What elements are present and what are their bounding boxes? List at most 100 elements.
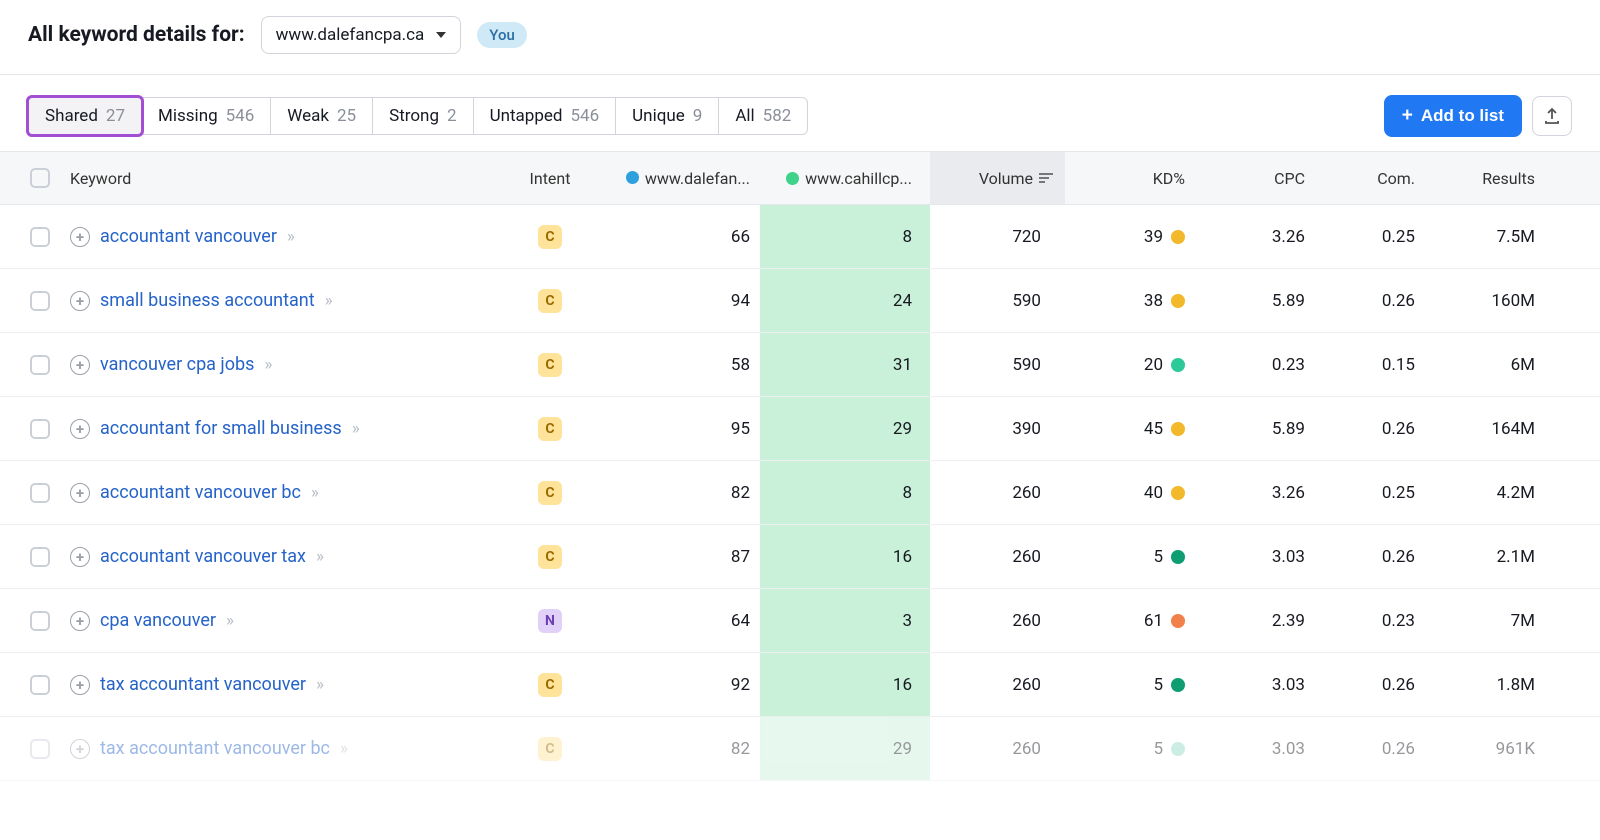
col-keyword[interactable]: Keyword bbox=[60, 169, 500, 188]
header-bar: All keyword details for: www.dalefancpa.… bbox=[0, 0, 1600, 75]
kd-difficulty-dot bbox=[1171, 742, 1185, 756]
row-checkbox[interactable] bbox=[30, 675, 50, 695]
export-button[interactable] bbox=[1532, 96, 1572, 136]
row-checkbox[interactable] bbox=[30, 355, 50, 375]
keyword-link[interactable]: accountant vancouver tax bbox=[100, 546, 306, 567]
cpc-cell: 3.03 bbox=[1195, 739, 1315, 759]
row-checkbox-cell bbox=[0, 547, 60, 567]
intent-badge: N bbox=[538, 609, 562, 633]
kd-cell: 39 bbox=[1065, 227, 1195, 247]
intent-cell: C bbox=[500, 673, 600, 697]
col-intent[interactable]: Intent bbox=[500, 169, 600, 188]
col-competitor-1[interactable]: www.dalefan... bbox=[600, 169, 760, 188]
keyword-cell: +accountant vancouver tax» bbox=[60, 546, 500, 567]
chevron-down-icon bbox=[436, 32, 446, 38]
add-to-list-button[interactable]: + Add to list bbox=[1384, 95, 1522, 137]
com-cell: 0.25 bbox=[1315, 483, 1425, 503]
rank-competitor-1: 66 bbox=[600, 227, 760, 247]
expand-icon[interactable]: + bbox=[70, 611, 90, 631]
filter-tab-strong[interactable]: Strong 2 bbox=[373, 97, 473, 135]
keyword-link[interactable]: tax accountant vancouver bbox=[100, 674, 306, 695]
row-checkbox-cell bbox=[0, 419, 60, 439]
you-badge: You bbox=[477, 22, 527, 48]
filter-tabs: Shared 27Missing 546Weak 25Strong 2Untap… bbox=[28, 97, 808, 135]
expand-icon[interactable]: + bbox=[70, 355, 90, 375]
kd-cell: 61 bbox=[1065, 611, 1195, 631]
tab-label: Weak bbox=[287, 106, 329, 126]
keyword-link[interactable]: accountant vancouver bbox=[100, 226, 277, 247]
tab-count: 546 bbox=[226, 106, 255, 126]
intent-badge: C bbox=[538, 353, 562, 377]
chevron-right-icon: » bbox=[264, 355, 272, 375]
row-checkbox[interactable] bbox=[30, 611, 50, 631]
table-row: +accountant vancouver bc»C828260403.260.… bbox=[0, 461, 1600, 525]
expand-icon[interactable]: + bbox=[70, 675, 90, 695]
table-row: +accountant vancouver»C668720393.260.257… bbox=[0, 205, 1600, 269]
rank-competitor-1: 82 bbox=[600, 483, 760, 503]
filter-tab-shared[interactable]: Shared 27 bbox=[28, 97, 142, 135]
filter-tab-untapped[interactable]: Untapped 546 bbox=[474, 97, 617, 135]
keyword-link[interactable]: accountant vancouver bc bbox=[100, 482, 301, 503]
rank-competitor-2: 24 bbox=[760, 269, 930, 332]
rank-competitor-2: 8 bbox=[760, 205, 930, 268]
rank-competitor-2: 31 bbox=[760, 333, 930, 396]
row-checkbox[interactable] bbox=[30, 483, 50, 503]
select-all-checkbox[interactable] bbox=[30, 168, 50, 188]
col-kd[interactable]: KD% bbox=[1065, 169, 1195, 188]
filter-tab-missing[interactable]: Missing 546 bbox=[142, 97, 271, 135]
competitor-1-label: www.dalefan... bbox=[645, 169, 750, 188]
table-header: Keyword Intent www.dalefan... www.cahill… bbox=[0, 151, 1600, 205]
filter-tab-weak[interactable]: Weak 25 bbox=[271, 97, 373, 135]
row-checkbox[interactable] bbox=[30, 227, 50, 247]
cpc-cell: 3.03 bbox=[1195, 675, 1315, 695]
intent-cell: C bbox=[500, 225, 600, 249]
expand-icon[interactable]: + bbox=[70, 291, 90, 311]
com-cell: 0.25 bbox=[1315, 227, 1425, 247]
tab-count: 25 bbox=[337, 106, 356, 126]
row-checkbox[interactable] bbox=[30, 739, 50, 759]
expand-icon[interactable]: + bbox=[70, 419, 90, 439]
row-checkbox[interactable] bbox=[30, 547, 50, 567]
keyword-cell: +accountant for small business» bbox=[60, 418, 500, 439]
row-checkbox[interactable] bbox=[30, 291, 50, 311]
com-cell: 0.26 bbox=[1315, 291, 1425, 311]
row-checkbox-cell bbox=[0, 355, 60, 375]
table-body: +accountant vancouver»C668720393.260.257… bbox=[0, 205, 1600, 781]
col-results[interactable]: Results bbox=[1425, 169, 1545, 188]
col-volume[interactable]: Volume bbox=[930, 152, 1065, 204]
domain-selector[interactable]: www.dalefancpa.ca bbox=[261, 16, 462, 54]
expand-icon[interactable]: + bbox=[70, 227, 90, 247]
add-to-list-label: Add to list bbox=[1421, 106, 1504, 126]
volume-cell: 260 bbox=[930, 739, 1065, 759]
col-competitor-2[interactable]: www.cahillcp... bbox=[760, 152, 930, 204]
expand-icon[interactable]: + bbox=[70, 547, 90, 567]
row-checkbox-cell bbox=[0, 739, 60, 759]
keyword-link[interactable]: small business accountant bbox=[100, 290, 315, 311]
expand-icon[interactable]: + bbox=[70, 483, 90, 503]
competitor-1-dot bbox=[626, 171, 639, 184]
intent-cell: C bbox=[500, 353, 600, 377]
keyword-link[interactable]: cpa vancouver bbox=[100, 610, 216, 631]
cpc-cell: 3.26 bbox=[1195, 483, 1315, 503]
chevron-right-icon: » bbox=[325, 291, 333, 311]
chevron-right-icon: » bbox=[311, 483, 319, 503]
col-cpc[interactable]: CPC bbox=[1195, 169, 1315, 188]
col-com[interactable]: Com. bbox=[1315, 169, 1425, 188]
filter-tab-unique[interactable]: Unique 9 bbox=[616, 97, 719, 135]
kd-cell: 40 bbox=[1065, 483, 1195, 503]
table-row: +cpa vancouver»N643260612.390.237M bbox=[0, 589, 1600, 653]
tab-count: 582 bbox=[763, 106, 792, 126]
row-checkbox[interactable] bbox=[30, 419, 50, 439]
kd-value: 20 bbox=[1144, 355, 1163, 375]
filter-tab-all[interactable]: All 582 bbox=[719, 97, 808, 135]
intent-cell: C bbox=[500, 545, 600, 569]
keyword-link[interactable]: vancouver cpa jobs bbox=[100, 354, 254, 375]
intent-badge: C bbox=[538, 545, 562, 569]
keyword-link[interactable]: accountant for small business bbox=[100, 418, 342, 439]
cpc-cell: 0.23 bbox=[1195, 355, 1315, 375]
keyword-link[interactable]: tax accountant vancouver bc bbox=[100, 738, 330, 759]
intent-cell: C bbox=[500, 289, 600, 313]
expand-icon[interactable]: + bbox=[70, 739, 90, 759]
kd-value: 5 bbox=[1153, 547, 1163, 567]
keyword-cell: + vancouver cpa jobs » bbox=[60, 354, 500, 375]
